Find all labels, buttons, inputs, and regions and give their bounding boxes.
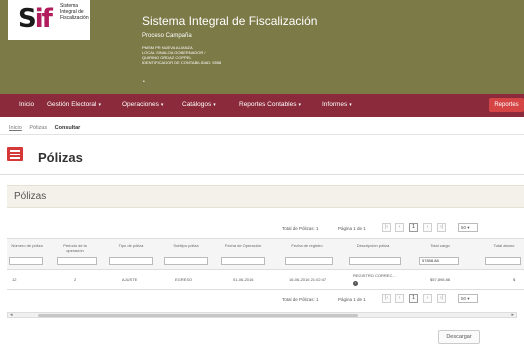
page-size-value: 50: [461, 225, 467, 230]
download-button[interactable]: Descargar: [438, 330, 480, 344]
nav-inicio[interactable]: Inicio: [19, 101, 34, 108]
page-number-button[interactable]: 1: [409, 223, 418, 232]
app-subtitle: Proceso Campaña: [142, 33, 192, 39]
filter-tipo-input[interactable]: [109, 257, 153, 265]
prev-page-button[interactable]: ‹: [395, 294, 404, 303]
section-title: Pólizas: [14, 191, 47, 202]
column-header-fecha-registro[interactable]: Fecha de registro: [283, 243, 331, 248]
column-header-descripcion[interactable]: Descripción póliza: [347, 243, 399, 248]
page-title: Pólizas: [38, 150, 83, 165]
nav-label: Operaciones: [122, 101, 159, 108]
chevron-down-icon: ▾: [298, 102, 301, 108]
filter-subtipo-input[interactable]: [164, 257, 208, 265]
cell-periodo: 2: [74, 277, 77, 282]
page-size-value: 50: [461, 296, 467, 301]
column-header-fecha-operacion[interactable]: Fecha de Operación: [219, 243, 267, 248]
chevron-down-icon: ▾: [349, 102, 352, 108]
first-page-button[interactable]: |‹: [382, 294, 391, 303]
last-page-button[interactable]: ›|: [437, 294, 446, 303]
column-header-total-abono[interactable]: Total abono: [485, 243, 523, 248]
cell-total-abono: $: [513, 277, 516, 282]
nav-reportes-contables[interactable]: Reportes Contables ▾: [239, 101, 301, 108]
main-nav: Inicio Gestión Electoral ▾ Operaciones ▾ C…: [0, 94, 524, 117]
reportes-button[interactable]: Reportes: [489, 98, 524, 112]
bullet-icon: •: [143, 79, 145, 85]
cell-subtipo: EGRESO: [175, 277, 193, 282]
table-header: Número de póliza Periodo de la operación…: [7, 238, 524, 270]
app-title: Sistema Integral de Fiscalización: [142, 14, 318, 28]
app-header: Sif Sistema Integral de Fiscalización Si…: [0, 0, 524, 94]
last-page-button[interactable]: ›|: [437, 223, 446, 232]
hamburger-icon: [10, 157, 20, 159]
hamburger-icon: [10, 150, 20, 152]
breadcrumb-current: Consultar: [54, 125, 81, 131]
cell-fecha-operacion: 01-06-2016: [233, 277, 254, 282]
page-size-select[interactable]: 50 ▾: [458, 294, 478, 303]
accounting-info: PMSM PR NUEVA ALIANZA LOCAL SINALOA GOBE…: [142, 45, 221, 65]
info-icon[interactable]: i: [353, 281, 358, 286]
nav-label: Catálogos: [182, 101, 212, 108]
nav-gestion-electoral[interactable]: Gestión Electoral ▾: [47, 101, 101, 108]
page-size-select[interactable]: 50 ▾: [458, 223, 478, 232]
column-header-subtipo[interactable]: Subtipo póliza: [162, 243, 210, 248]
breadcrumb: Inicio Pólizas Consultar: [9, 125, 86, 131]
nav-operaciones[interactable]: Operaciones ▾: [122, 101, 163, 108]
section-header: Pólizas: [7, 185, 524, 208]
cell-numero: 12: [12, 277, 17, 282]
page-indicator: Página 1 de 1: [338, 226, 366, 231]
chevron-down-icon: ▾: [98, 102, 102, 108]
filter-fecha-operacion-input[interactable]: [221, 257, 265, 265]
filter-periodo-input[interactable]: [57, 257, 97, 265]
logo[interactable]: Sif Sistema Integral de Fiscalización: [8, 0, 90, 40]
column-header-tipo[interactable]: Tipo de póliza: [107, 243, 155, 248]
scroll-left-icon[interactable]: ◂: [10, 312, 13, 318]
nav-label: Reportes Contables: [239, 101, 297, 108]
prev-page-button[interactable]: ‹: [395, 223, 404, 232]
cell-descripcion: REGISTRO CORREC... i: [353, 273, 396, 286]
descripcion-text: REGISTRO CORREC...: [353, 273, 396, 278]
filter-numero-input[interactable]: [9, 257, 43, 265]
nav-catalogos[interactable]: Catálogos ▾: [182, 101, 216, 108]
column-header-numero[interactable]: Número de póliza: [7, 243, 47, 248]
scrollbar-thumb[interactable]: [38, 314, 358, 317]
sif-logo-icon: Sif: [18, 4, 53, 34]
info-line: IDENTIFICADOR DE CONTABILIDAD: 5558: [142, 60, 222, 65]
divider: [0, 174, 524, 175]
cell-total-cargo: $57,898.88: [430, 277, 451, 282]
total-count: Total de Pólizas: 1: [282, 226, 319, 231]
chevron-down-icon: ▾: [213, 102, 216, 108]
nav-label: Gestión Electoral: [47, 101, 97, 108]
first-page-button[interactable]: |‹: [382, 223, 391, 232]
next-page-button[interactable]: ›: [423, 294, 432, 303]
logo-text: Sistema Integral de Fiscalización: [60, 3, 89, 21]
page-number-button[interactable]: 1: [409, 294, 418, 303]
column-header-periodo[interactable]: Periodo de la operación: [55, 243, 95, 253]
next-page-button[interactable]: ›: [423, 223, 432, 232]
hamburger-icon: [10, 153, 20, 155]
filter-descripcion-input[interactable]: [349, 257, 401, 265]
breadcrumb-polizas[interactable]: Pólizas: [29, 125, 47, 131]
filter-total-abono-input[interactable]: [485, 257, 521, 265]
filter-fecha-registro-input[interactable]: [285, 257, 333, 265]
scroll-right-icon[interactable]: ▸: [511, 312, 514, 318]
horizontal-scrollbar[interactable]: ◂ ▸: [7, 312, 517, 318]
column-header-total-cargo[interactable]: Total cargo: [421, 243, 459, 248]
nav-informes[interactable]: Informes ▾: [322, 101, 352, 108]
chevron-down-icon: ▾: [160, 102, 164, 108]
breadcrumb-inicio[interactable]: Inicio: [9, 125, 22, 131]
table-row[interactable]: 12 2 AJUSTE EGRESO 01-06-2016 16-06-2016…: [7, 270, 524, 290]
nav-label: Informes: [322, 101, 348, 108]
page-indicator: Página 1 de 1: [338, 297, 366, 302]
filter-total-cargo-input[interactable]: 57898.88: [419, 257, 459, 265]
divider: [0, 134, 524, 135]
menu-toggle-button[interactable]: [7, 147, 23, 161]
cell-fecha-registro: 16-06-2016 21:02:47: [289, 277, 327, 282]
total-count: Total de Pólizas: 1: [282, 297, 319, 302]
nav-label: Inicio: [19, 101, 35, 108]
cell-tipo: AJUSTE: [122, 277, 138, 282]
